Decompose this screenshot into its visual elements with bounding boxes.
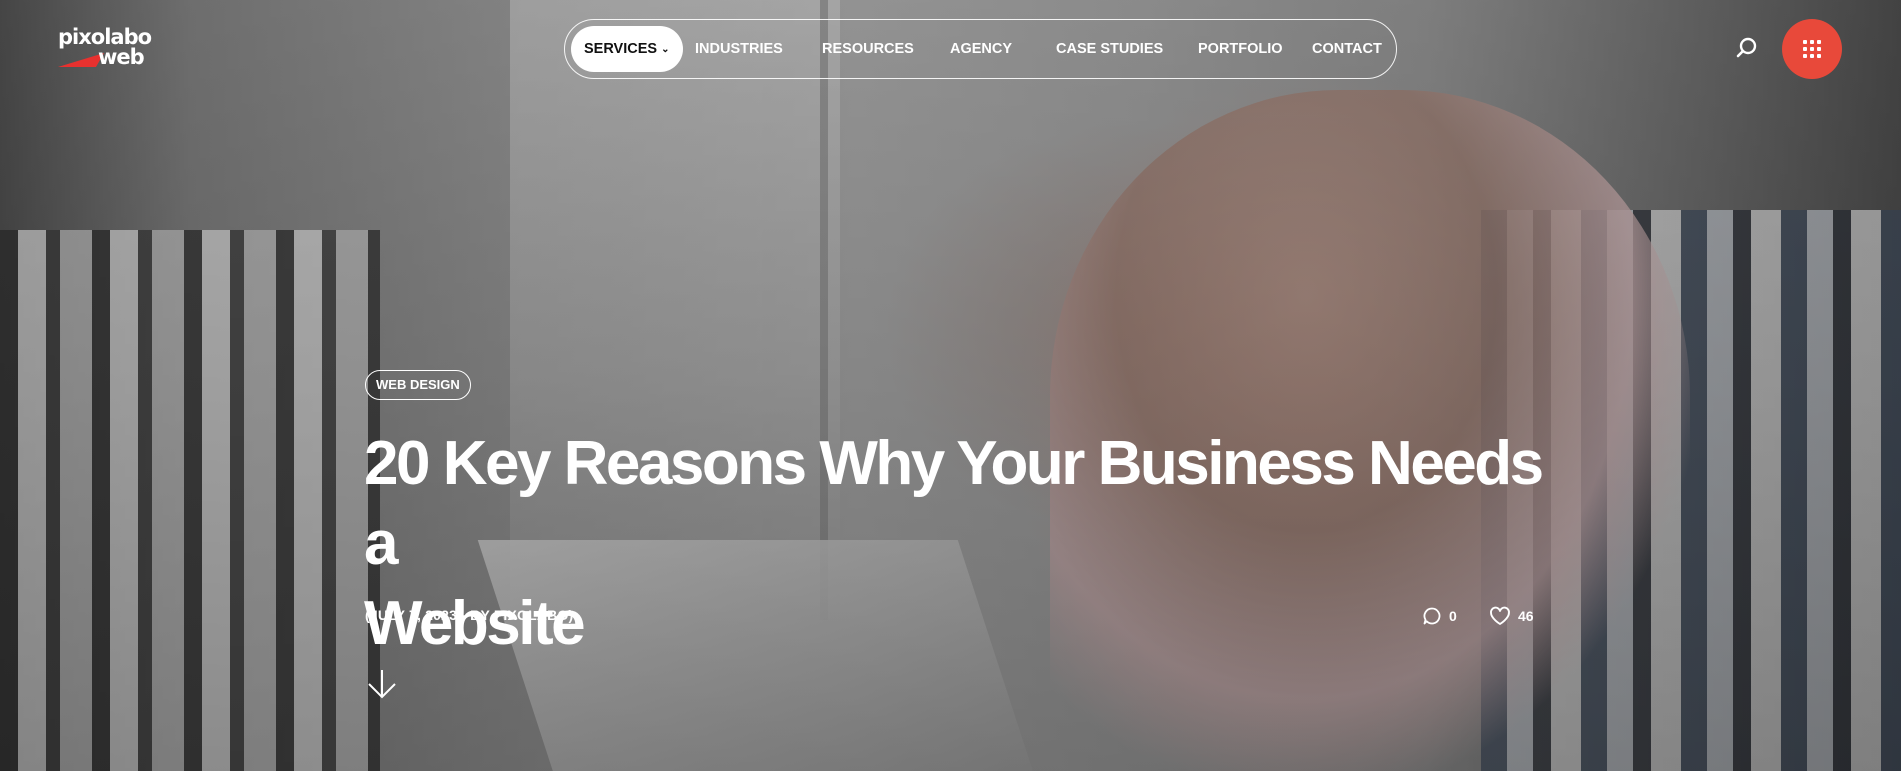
comment-icon (1423, 607, 1441, 625)
grid-dots-icon (1803, 40, 1821, 58)
likes-count: 46 (1518, 608, 1534, 624)
scroll-down-button[interactable] (366, 668, 398, 700)
comments-count: 0 (1449, 608, 1457, 624)
nav-item-resources[interactable]: RESOURCES (822, 26, 914, 72)
nav-item-label: SERVICES (584, 41, 658, 57)
main-nav: SERVICES ⌄ INDUSTRIES RESOURCES AGENCY CA… (564, 19, 1397, 79)
chevron-down-icon: ⌄ (661, 44, 670, 55)
post-title-line2: Website (364, 589, 586, 658)
nav-item-services[interactable]: SERVICES ⌄ (571, 26, 684, 72)
search-button[interactable] (1735, 36, 1759, 60)
menu-button[interactable] (1782, 19, 1842, 79)
post-title-line1: 20 Key Reasons Why Your Business Needs a (364, 429, 1544, 578)
post-meta: (JULY 7, 2023 - BY PIXOLABO) (365, 607, 574, 623)
logo-line2: web (98, 45, 145, 69)
nav-item-portfolio[interactable]: PORTFOLIO (1198, 26, 1283, 72)
nav-item-industries[interactable]: INDUSTRIES (695, 26, 783, 72)
comments-link[interactable]: 0 (1422, 605, 1457, 627)
nav-item-case-studies[interactable]: CASE STUDIES (1056, 26, 1163, 72)
nav-item-agency[interactable]: AGENCY (950, 26, 1012, 72)
search-icon (1736, 37, 1757, 58)
category-badge[interactable]: WEB DESIGN (365, 370, 471, 400)
arrow-down-icon (368, 670, 396, 699)
nav-item-contact[interactable]: CONTACT (1312, 26, 1382, 72)
like-button[interactable]: 46 (1489, 605, 1534, 627)
post-title: 20 Key Reasons Why Your Business Needs a… (364, 424, 1564, 664)
site-logo[interactable]: pixolabo web (57, 27, 152, 75)
heart-icon (1490, 606, 1510, 625)
